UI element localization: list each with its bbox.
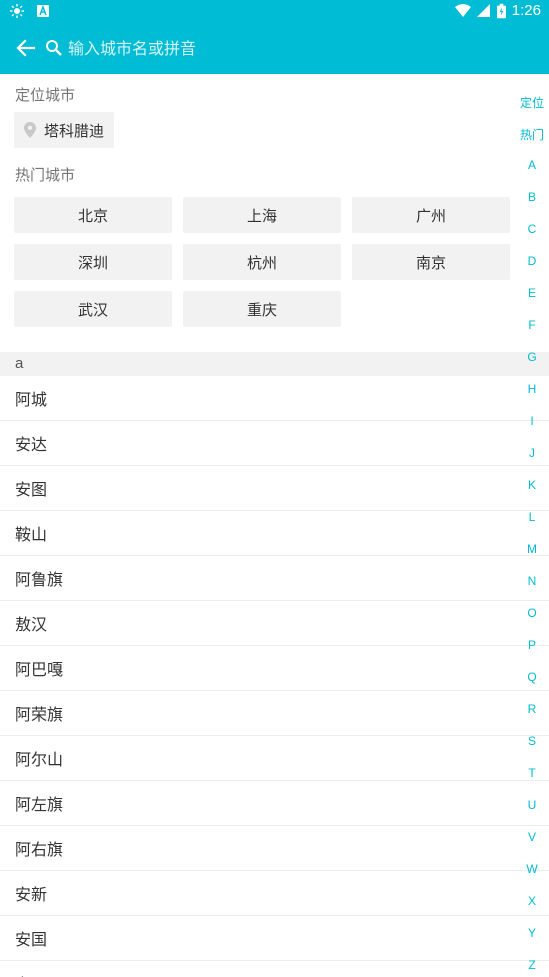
city-list-item[interactable]: 阿巴嘎 [0,646,549,691]
hot-city-item[interactable]: 广州 [352,197,510,233]
index-item[interactable]: D [515,254,549,268]
located-city-chip[interactable]: 塔科腊迪 [14,112,115,148]
signal-icon [476,3,490,17]
city-list-item[interactable]: 安达 [0,421,549,466]
index-item[interactable]: S [515,734,549,748]
hot-city-title: 热门城市 [15,166,76,184]
index-item[interactable]: I [515,414,549,428]
index-item[interactable]: A [515,158,549,172]
city-list-item[interactable]: 阿右旗 [0,826,549,871]
index-item[interactable]: F [515,318,549,332]
index-item[interactable]: Q [515,670,549,684]
index-item[interactable]: M [515,542,549,556]
index-item[interactable]: X [515,894,549,908]
index-item[interactable]: C [515,222,549,236]
index-item[interactable]: B [515,190,549,204]
index-item[interactable]: O [515,606,549,620]
hot-city-item[interactable]: 上海 [183,197,341,233]
index-item[interactable]: T [515,766,549,780]
search-icon [46,40,62,56]
index-item[interactable]: R [515,702,549,716]
wifi-icon [454,3,471,17]
search-box[interactable] [44,30,534,66]
city-list-item[interactable]: 安新 [0,871,549,916]
index-item[interactable]: W [515,862,549,876]
search-input[interactable] [68,33,508,63]
index-item[interactable]: L [515,510,549,524]
index-item[interactable]: H [515,382,549,396]
alphabet-index-bar[interactable]: 定位热门 A B C D E F G H I J K L M N O P Q R S T U V W X Y Z [515,74,549,977]
index-item[interactable]: G [515,350,549,364]
index-item[interactable]: J [515,446,549,460]
hot-city-item[interactable]: 重庆 [183,291,341,327]
city-list-item[interactable]: 鞍山 [0,511,549,556]
hot-city-item[interactable]: 杭州 [183,244,341,280]
back-button[interactable] [8,30,44,66]
index-item[interactable]: 热门 [515,126,549,143]
city-list-item[interactable]: 敖汉 [0,601,549,646]
index-item[interactable]: P [515,638,549,652]
city-list-item[interactable]: 阿尔山 [0,736,549,781]
brightness-icon [10,4,24,18]
city-list-item[interactable]: 安图 [0,466,549,511]
city-picker-content: 定位城市 塔科腊迪 热门城市 北京 上海 广州 深圳 杭州 南京 武汉 重庆 a… [0,74,549,977]
city-list-item[interactable]: 阿荣旗 [0,691,549,736]
hot-city-item[interactable]: 武汉 [14,291,172,327]
city-list-item[interactable]: 阿鲁旗 [0,556,549,601]
index-item[interactable]: K [515,478,549,492]
located-city-name: 塔科腊迪 [44,121,105,140]
a-badge-icon [37,4,49,17]
index-item[interactable]: N [515,574,549,588]
index-item[interactable]: V [515,830,549,844]
city-list-item[interactable]: 阿城 [0,376,549,421]
status-bar: 1:26 [0,0,549,24]
battery-icon [496,3,506,18]
located-city-title: 定位城市 [15,86,76,104]
city-list: 阿城 安达 安图 鞍山 阿鲁旗 敖汉 阿巴嘎 阿荣旗 阿尔山 阿左旗 阿右旗 安… [0,376,549,977]
index-item[interactable]: U [515,798,549,812]
clock-time: 1:26 [511,2,541,19]
city-list-item[interactable]: 安国 [0,916,549,961]
hot-city-item[interactable]: 深圳 [14,244,172,280]
city-list-item[interactable]: 安平 [0,961,549,977]
search-app-bar [0,24,549,74]
index-item[interactable]: E [515,286,549,300]
hot-city-item[interactable]: 南京 [352,244,510,280]
index-item[interactable]: Z [515,958,549,972]
city-list-item[interactable]: 阿左旗 [0,781,549,826]
location-pin-icon [24,122,36,138]
letter-section-header: a [0,352,549,376]
hot-city-item[interactable]: 北京 [14,197,172,233]
index-item[interactable]: Y [515,926,549,940]
hot-city-grid: 北京 上海 广州 深圳 杭州 南京 武汉 重庆 [14,197,510,327]
index-item[interactable]: 定位 [515,94,549,111]
arrow-left-icon [16,39,36,57]
